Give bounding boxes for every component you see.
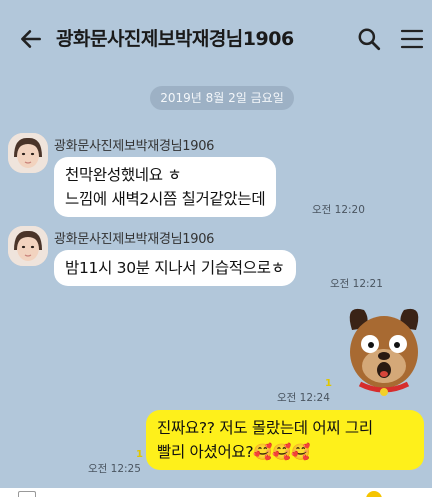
plus-icon[interactable] xyxy=(18,491,36,497)
message-time: 오전 12:25 xyxy=(88,463,141,475)
message-line: 빨리 아셨어요?🥰🥰🥰 xyxy=(157,443,311,461)
message-line: 진짜요?? 저도 몰랐는데 어찌 그리 xyxy=(157,419,373,437)
search-icon[interactable] xyxy=(356,26,382,52)
chat-title: 광화문사진제보박재경님1906 xyxy=(56,28,294,50)
unread-count: 1 xyxy=(325,378,332,389)
chat-header: 광화문사진제보박재경님1906 xyxy=(0,0,432,70)
date-divider: 2019년 8월 2일 금요일 xyxy=(150,86,294,110)
frodo-dog-emoticon[interactable] xyxy=(340,300,428,400)
avatar[interactable] xyxy=(8,133,48,173)
message-bubble[interactable]: 천막완성했네요 ㅎ 느낌에 새벽2시쯤 칠거같았는데 xyxy=(54,157,277,217)
arrow-left-icon[interactable] xyxy=(18,26,44,52)
message-bubble[interactable]: 밤11시 30분 지나서 기습적으로ㅎ xyxy=(54,250,296,286)
unread-count: 1 xyxy=(136,449,143,460)
message-line: 느낌에 새벽2시쯤 칠거같았는데 xyxy=(65,190,266,208)
sender-name: 광화문사진제보박재경님1906 xyxy=(54,232,215,247)
profile-photo xyxy=(8,226,48,266)
profile-photo xyxy=(8,133,48,173)
avatar[interactable] xyxy=(8,226,48,266)
message-line: 밤11시 30분 지나서 기습적으로ㅎ xyxy=(65,259,285,277)
message-bubble-mine[interactable]: 진짜요?? 저도 몰랐는데 어찌 그리 빨리 아셨어요?🥰🥰🥰 xyxy=(146,410,424,470)
message-time: 오전 12:20 xyxy=(312,204,365,216)
message-time: 오전 12:21 xyxy=(330,278,383,290)
hamburger-menu-icon[interactable] xyxy=(400,27,424,51)
smiling-face-with-hearts-emoji: 🥰🥰🥰 xyxy=(253,443,311,461)
sender-name: 광화문사진제보박재경님1906 xyxy=(54,139,215,154)
message-time: 오전 12:24 xyxy=(277,392,330,404)
message-line: 천막완성했네요 ㅎ xyxy=(65,166,182,184)
